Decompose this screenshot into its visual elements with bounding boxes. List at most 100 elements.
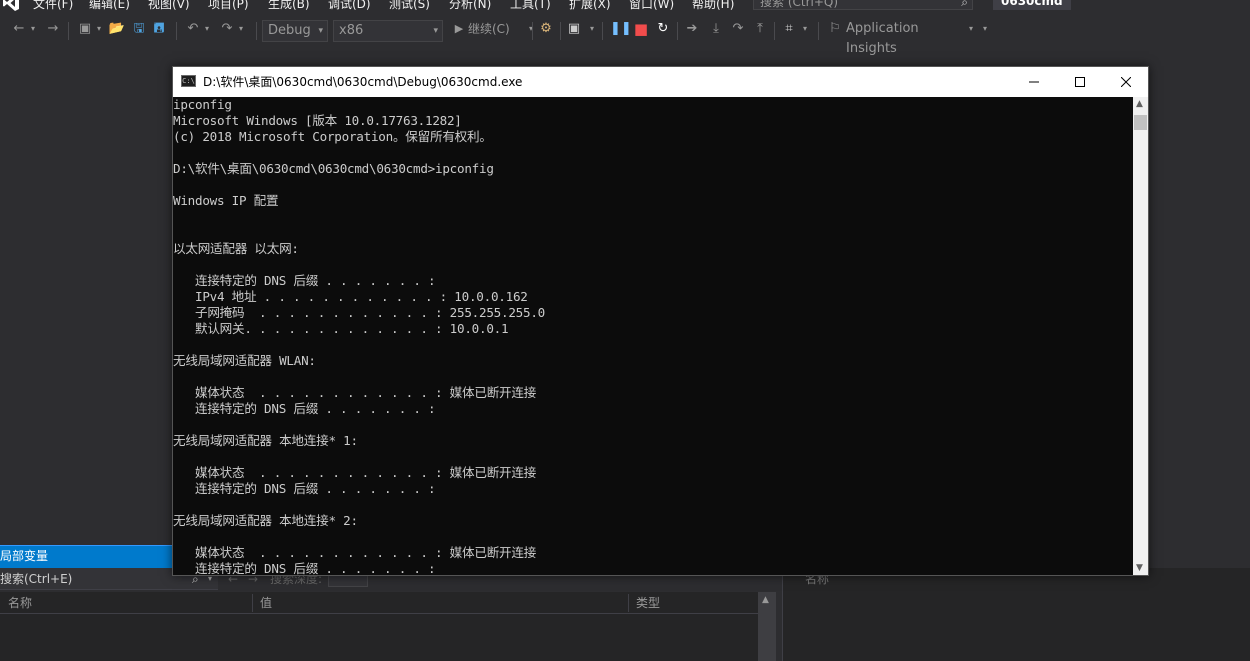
continue-play-icon[interactable]: ▶ <box>452 19 466 39</box>
continue-dropdown-icon[interactable]: ▾ <box>526 19 536 39</box>
restart-icon[interactable]: ↻ <box>654 19 672 39</box>
new-project-icon[interactable]: ▣ <box>76 19 94 39</box>
menu-analyze[interactable]: 分析(N) <box>449 0 491 12</box>
solution-platform-select[interactable]: x86 ▾ <box>333 20 443 42</box>
locals-grid: 名称 值 类型 <box>0 592 760 661</box>
menu-test[interactable]: 测试(S) <box>389 0 430 12</box>
step-out-icon[interactable]: ⤒ <box>751 19 769 39</box>
back-dropdown-icon[interactable]: ▾ <box>28 19 38 39</box>
menu-extensions[interactable]: 扩展(X) <box>569 0 611 12</box>
solution-config-select[interactable]: Debug ▾ <box>262 20 328 42</box>
continue-button[interactable]: 继续(C) <box>468 19 528 39</box>
column-value[interactable]: 值 <box>252 592 272 614</box>
menu-tools[interactable]: 工具(T) <box>510 0 551 12</box>
scroll-thumb[interactable] <box>1134 115 1147 130</box>
console-line: 媒体状态 . . . . . . . . . . . . : 媒体已断开连接 <box>173 545 537 560</box>
console-line: ipconfig <box>173 97 232 112</box>
console-line: 连接特定的 DNS 后缀 . . . . . . . : <box>173 401 436 416</box>
console-titlebar[interactable]: C:\ D:\软件\桌面\0630cmd\0630cmd\Debug\0630c… <box>173 67 1148 97</box>
console-line: Microsoft Windows [版本 10.0.17763.1282] <box>173 113 462 128</box>
step-into-icon[interactable]: ⤓ <box>707 19 725 39</box>
solution-platform-value: x86 <box>339 23 364 38</box>
menu-debug[interactable]: 调试(D) <box>328 0 371 12</box>
stop-debugging-icon[interactable]: ■ <box>632 19 650 39</box>
console-line: 媒体状态 . . . . . . . . . . . . : 媒体已断开连接 <box>173 385 537 400</box>
console-app-icon[interactable]: C:\ <box>181 75 196 87</box>
right-debug-panel: 名称 <box>782 568 1250 661</box>
scroll-up-icon[interactable]: ▲ <box>762 595 769 605</box>
maximize-button[interactable] <box>1057 67 1103 97</box>
toolbar-separator <box>256 22 257 40</box>
chevron-down-icon: ▾ <box>433 26 438 36</box>
locals-title: 局部变量 <box>0 549 49 563</box>
console-line: 子网掩码 . . . . . . . . . . . . : 255.255.2… <box>173 305 545 320</box>
screenshot-camera-icon[interactable]: ▣ <box>565 19 583 39</box>
close-button[interactable] <box>1103 67 1149 97</box>
toolbar-separator <box>176 22 177 40</box>
navigate-forward-icon[interactable]: → <box>44 19 62 39</box>
insights-dropdown-icon[interactable]: ▾ <box>966 19 976 39</box>
undo-icon[interactable]: ↶ <box>184 19 202 39</box>
column-name[interactable]: 名称 <box>0 592 32 614</box>
menu-view[interactable]: 视图(V) <box>148 0 190 12</box>
console-line: 无线局域网适配器 本地连接* 1: <box>173 433 358 448</box>
solution-name-badge: 0630cmd <box>993 0 1071 10</box>
console-line: Windows IP 配置 <box>173 193 279 208</box>
save-all-icon[interactable]: 🖪 <box>150 19 168 39</box>
locals-scrollbar[interactable]: ▲ <box>758 592 776 661</box>
console-line: 默认网关. . . . . . . . . . . . . : 10.0.0.1 <box>173 321 509 336</box>
undo-dropdown-icon[interactable]: ▾ <box>202 19 212 39</box>
console-line: 连接特定的 DNS 后缀 . . . . . . . : <box>173 481 436 496</box>
step-over-icon[interactable]: ↷ <box>729 19 747 39</box>
console-line: 连接特定的 DNS 后缀 . . . . . . . : <box>173 273 436 288</box>
console-scrollbar[interactable]: ▲ ▼ <box>1133 97 1148 575</box>
locals-search-placeholder: 搜索(Ctrl+E) <box>0 572 73 586</box>
redo-icon[interactable]: ↷ <box>218 19 236 39</box>
locals-column-header-row: 名称 值 类型 <box>0 592 760 614</box>
toolbar-separator <box>774 22 775 40</box>
menu-build[interactable]: 生成(B) <box>268 0 310 12</box>
quick-search-input[interactable]: 搜索 (Ctrl+Q) ⌕ <box>753 0 973 10</box>
navigate-back-icon[interactable]: ← <box>10 19 28 39</box>
break-all-pause-icon[interactable]: ❚❚ <box>610 19 632 39</box>
locals-tab[interactable]: 局部变量 <box>0 546 172 568</box>
menu-help[interactable]: 帮助(H) <box>692 0 734 12</box>
console-line: 以太网适配器 以太网: <box>173 241 299 256</box>
open-folder-icon[interactable]: 📂 <box>108 19 126 39</box>
menu-project[interactable]: 项目(P) <box>208 0 249 12</box>
lightbulb-icon: ⚐ <box>829 21 841 36</box>
console-line: 连接特定的 DNS 后缀 . . . . . . . : <box>173 561 436 575</box>
toolbar-separator <box>68 22 69 40</box>
hex-dropdown-icon[interactable]: ▾ <box>800 19 810 39</box>
hex-display-icon[interactable]: ⌗ <box>780 19 798 39</box>
toolbar-separator <box>560 22 561 40</box>
minimize-button[interactable] <box>1011 67 1057 97</box>
new-dropdown-icon[interactable]: ▾ <box>94 19 104 39</box>
attach-process-icon[interactable]: ⚙ <box>537 19 555 39</box>
redo-dropdown-icon[interactable]: ▾ <box>236 19 246 39</box>
console-line: 媒体状态 . . . . . . . . . . . . : 媒体已断开连接 <box>173 465 537 480</box>
menu-file[interactable]: 文件(F) <box>33 0 73 12</box>
menu-edit[interactable]: 编辑(E) <box>89 0 130 12</box>
column-type[interactable]: 类型 <box>628 592 660 614</box>
maximize-icon <box>1075 77 1085 87</box>
close-icon <box>1120 76 1132 88</box>
toolbar-overflow-icon[interactable]: ▾ <box>980 19 990 39</box>
visual-studio-logo-icon <box>3 0 19 11</box>
camera-dropdown-icon[interactable]: ▾ <box>587 19 597 39</box>
save-icon[interactable]: 🖫 <box>130 19 148 39</box>
search-icon[interactable]: ⌕ <box>961 0 968 9</box>
console-line: IPv4 地址 . . . . . . . . . . . . : 10.0.0… <box>173 289 528 304</box>
console-output[interactable]: ipconfig Microsoft Windows [版本 10.0.17763… <box>173 97 1133 575</box>
console-line: 无线局域网适配器 WLAN: <box>173 353 316 368</box>
minimize-icon <box>1029 81 1039 83</box>
show-next-statement-icon[interactable]: ➔ <box>683 19 701 39</box>
quick-search-placeholder: 搜索 (Ctrl+Q) <box>760 0 839 9</box>
toolbar-separator <box>532 22 533 40</box>
console-line: D:\软件\桌面\0630cmd\0630cmd\0630cmd>ipconfi… <box>173 161 494 176</box>
application-insights-button[interactable]: Application Insights <box>846 19 966 56</box>
scroll-down-icon[interactable]: ▼ <box>1136 563 1143 573</box>
menu-window[interactable]: 窗口(W) <box>629 0 674 12</box>
scroll-up-icon[interactable]: ▲ <box>1136 99 1143 109</box>
console-window[interactable]: C:\ D:\软件\桌面\0630cmd\0630cmd\Debug\0630c… <box>172 66 1149 576</box>
